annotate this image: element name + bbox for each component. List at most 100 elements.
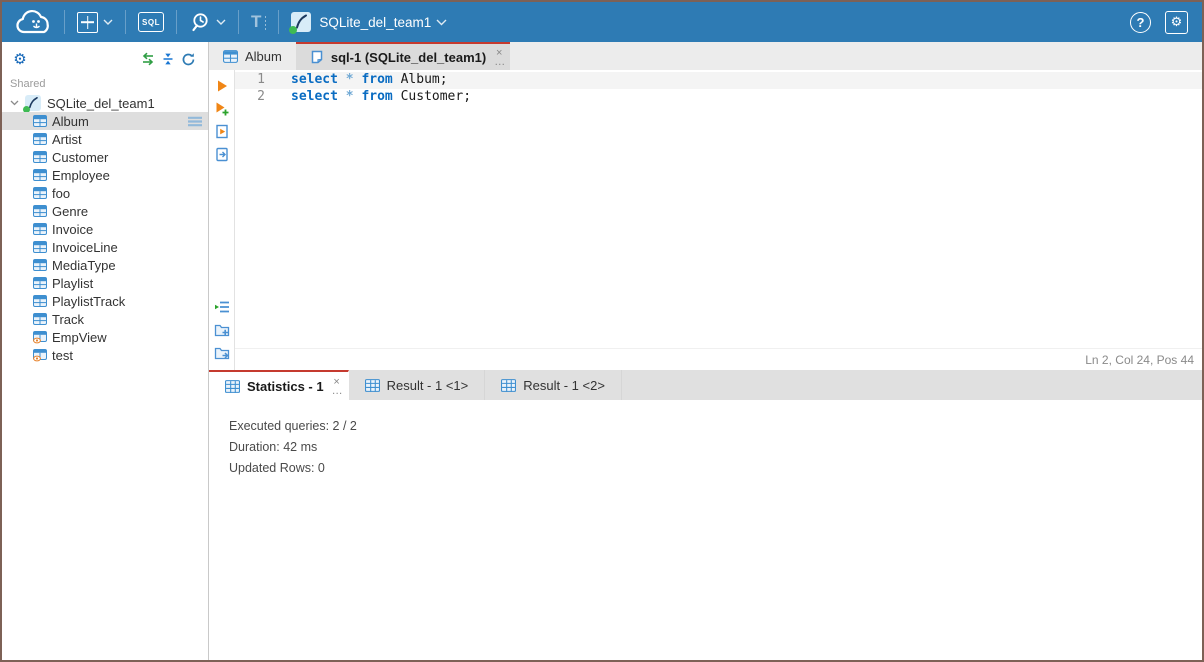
script-play-icon <box>215 124 229 139</box>
tree-item-label: Genre <box>52 204 88 219</box>
tree-item-customer[interactable]: Customer <box>2 148 208 166</box>
execute-script-button[interactable] <box>212 122 232 141</box>
table-icon <box>33 187 47 199</box>
collapse-icon <box>161 52 175 66</box>
document-arrow-icon <box>215 147 229 162</box>
tree-item-genre[interactable]: Genre <box>2 202 208 220</box>
tree-item-label: Track <box>52 312 84 327</box>
cloudbeaver-logo-icon <box>12 6 56 38</box>
tree-item-album[interactable]: Album <box>2 112 208 130</box>
view-icon <box>33 331 47 344</box>
table-icon <box>33 205 47 217</box>
tree-item-playlisttrack[interactable]: PlaylistTrack <box>2 292 208 310</box>
table-icon <box>223 50 238 63</box>
tree-item-invoice[interactable]: Invoice <box>2 220 208 238</box>
connection-selector[interactable]: SQLite_del_team1 <box>279 2 459 42</box>
tree-item-connection[interactable]: SQLite_del_team1 <box>2 94 208 112</box>
collapse-all-button[interactable] <box>158 52 178 66</box>
gear-icon: ⚙ <box>1171 15 1183 30</box>
navigator-settings-button[interactable]: ⚙ <box>10 50 30 68</box>
execute-button[interactable] <box>212 76 232 95</box>
tab-album[interactable]: Album <box>209 42 296 70</box>
tree-item-label: EmpView <box>52 330 107 345</box>
stat-duration: Duration: 42 ms <box>229 437 1202 458</box>
save-to-project-button[interactable] <box>212 320 232 339</box>
tab-result-2[interactable]: Result - 1 <2> <box>485 370 622 400</box>
row-menu-icon[interactable] <box>187 116 203 127</box>
table-icon <box>33 115 47 127</box>
editor-status-bar: Ln 2, Col 24, Pos 44 <box>235 348 1202 370</box>
cursor-position: Ln 2, Col 24, Pos 44 <box>1085 353 1194 367</box>
code-text: select * from Customer; <box>291 89 471 106</box>
gear-icon: ⚙ <box>13 50 26 68</box>
stat-updated-rows: Updated Rows: 0 <box>229 458 1202 479</box>
tab-result-1[interactable]: Result - 1 <1> <box>349 370 486 400</box>
refresh-icon <box>181 52 196 67</box>
table-icon <box>33 295 47 307</box>
editor-tab-bar: Album sql-1 (SQLite_del_team1) × … <box>209 42 1202 70</box>
settings-button[interactable]: ⚙ <box>1165 11 1188 34</box>
tab-sql-editor[interactable]: sql-1 (SQLite_del_team1) × … <box>296 42 510 70</box>
sync-connection-button[interactable] <box>138 52 158 66</box>
tree-item-foo[interactable]: foo <box>2 184 208 202</box>
tree-item-employee[interactable]: Employee <box>2 166 208 184</box>
database-tree: SQLite_del_team1 Album ArtistCustomer Empl… <box>2 94 208 660</box>
code-line[interactable]: 1select * from Album; <box>235 72 1202 89</box>
table-icon <box>33 169 47 181</box>
sql-code-editor[interactable]: 1select * from Album;2select * from Cust… <box>235 70 1202 348</box>
statistics-panel: Executed queries: 2 / 2 Duration: 42 ms … <box>209 400 1202 660</box>
sqlite-connection-icon <box>291 12 311 32</box>
code-lines: 1select * from Album;2select * from Cust… <box>235 72 1202 105</box>
chevron-down-icon <box>436 19 447 26</box>
sql-editor-toolbar <box>209 70 235 370</box>
execute-new-tab-button[interactable] <box>212 99 232 118</box>
connection-name: SQLite_del_team1 <box>319 15 431 30</box>
line-number: 1 <box>235 72 291 89</box>
code-text: select * from Album; <box>291 72 448 89</box>
tree-item-empview[interactable]: EmpView <box>2 328 208 346</box>
tree-item-track[interactable]: Track <box>2 310 208 328</box>
stat-executed-queries: Executed queries: 2 / 2 <box>229 416 1202 437</box>
text-icon: T <box>251 12 266 32</box>
sync-arrows-icon <box>140 52 156 66</box>
tab-statistics[interactable]: Statistics - 1 × … <box>209 370 349 400</box>
tab-more-icon[interactable]: … <box>494 58 504 66</box>
tree-item-invoiceline[interactable]: InvoiceLine <box>2 238 208 256</box>
table-icon <box>33 151 47 163</box>
help-button[interactable]: ? <box>1130 12 1151 33</box>
tree-item-label: Artist <box>52 132 82 147</box>
rename-button[interactable]: T <box>239 2 278 42</box>
table-icon <box>33 241 47 253</box>
execution-plan-button[interactable] <box>212 297 232 316</box>
tree-item-playlist[interactable]: Playlist <box>2 274 208 292</box>
play-plus-icon <box>214 101 230 116</box>
tree-item-label: Employee <box>52 168 110 183</box>
table-icon <box>33 133 47 145</box>
code-line[interactable]: 2select * from Customer; <box>235 89 1202 106</box>
tree-list: AlbumArtistCustomerEmployeefooGenreInvoi… <box>2 112 208 364</box>
sql-icon: SQL <box>138 12 164 32</box>
grid-icon <box>501 379 516 392</box>
tab-label: sql-1 (SQLite_del_team1) <box>331 50 486 65</box>
tab-label: Album <box>245 49 282 64</box>
new-object-button[interactable] <box>65 2 125 42</box>
main-area: Album sql-1 (SQLite_del_team1) × … <box>209 42 1202 660</box>
driver-manager-button[interactable] <box>177 2 238 42</box>
tree-item-label: test <box>52 348 73 363</box>
grid-icon <box>225 380 240 393</box>
tab-label: Result - 1 <1> <box>387 378 469 393</box>
tree-item-label: PlaylistTrack <box>52 294 125 309</box>
grid-icon <box>365 379 380 392</box>
shared-section-label: Shared <box>2 68 208 94</box>
refresh-button[interactable] <box>178 52 198 67</box>
open-file-button[interactable] <box>212 343 232 362</box>
connection-node-label: SQLite_del_team1 <box>47 96 155 111</box>
new-sql-editor-button[interactable]: SQL <box>126 2 176 42</box>
tab-more-icon[interactable]: … <box>332 387 342 395</box>
tree-item-mediatype[interactable]: MediaType <box>2 256 208 274</box>
tree-item-test[interactable]: test <box>2 346 208 364</box>
chevron-down-icon[interactable] <box>10 100 19 106</box>
tree-item-artist[interactable]: Artist <box>2 130 208 148</box>
top-toolbar: SQL T <box>2 2 1202 42</box>
execute-query-export-button[interactable] <box>212 145 232 164</box>
